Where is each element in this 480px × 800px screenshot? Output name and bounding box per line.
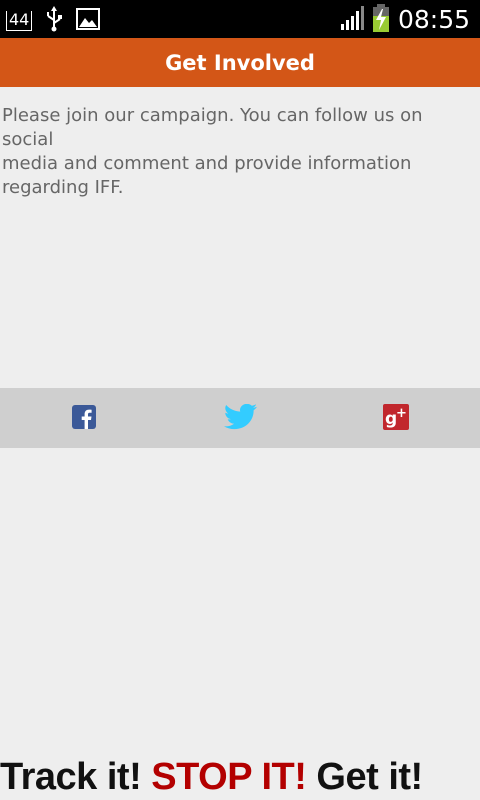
image-icon xyxy=(76,8,101,34)
facebook-button[interactable] xyxy=(71,405,97,433)
twitter-icon xyxy=(224,403,258,434)
status-time: 08:55 xyxy=(397,5,470,34)
slogan-track-it: Track it! xyxy=(0,756,152,798)
intro-line-3: regarding IFF. xyxy=(2,177,124,198)
status-bar-right: 08:55 xyxy=(340,4,470,36)
usb-icon xyxy=(44,6,64,36)
google-plus-icon: g + xyxy=(383,404,409,434)
intro-text: Please join our campaign. You can follow… xyxy=(2,104,478,200)
slogan-stop-it: STOP IT! xyxy=(151,756,307,798)
footer-slogan: Track it! STOP IT! Get it! xyxy=(0,754,480,800)
status-bar-left: 44 xyxy=(6,6,101,36)
social-bar: g + xyxy=(0,388,480,448)
twitter-button[interactable] xyxy=(224,403,258,434)
notification-44-icon: 44 xyxy=(6,11,33,31)
svg-text:+: + xyxy=(396,406,407,421)
page-title: Get Involved xyxy=(165,50,315,75)
app-header: Get Involved xyxy=(0,38,480,87)
intro-line-1: Please join our campaign. You can follow… xyxy=(2,105,423,150)
slogan-get-it: Get it! xyxy=(306,756,423,798)
signal-icon xyxy=(340,6,364,34)
battery-charging-icon xyxy=(372,4,390,36)
status-bar: 44 08:55 xyxy=(0,0,480,38)
google-plus-button[interactable]: g + xyxy=(383,404,409,434)
intro-line-2: media and comment and provide informatio… xyxy=(2,153,412,174)
facebook-icon xyxy=(72,405,96,433)
